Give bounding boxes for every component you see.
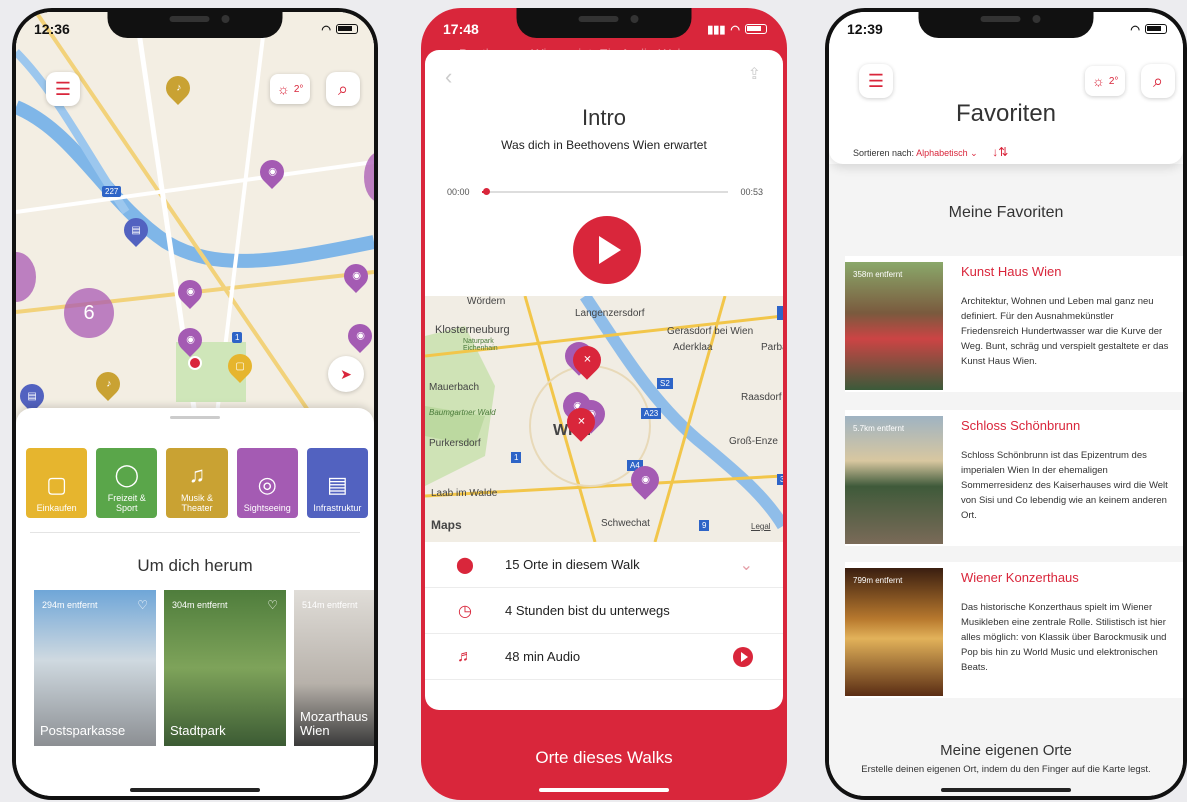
own-places-hint: Erstelle deinen eigenen Ort, indem du de… <box>861 764 1151 775</box>
walk-detail-sheet: ‹ ⇪ Intro Was dich in Beethovens Wien er… <box>425 50 783 710</box>
chevron-down-icon: ⌄ <box>970 148 978 158</box>
weather-widget[interactable]: ☼ 2° <box>270 74 311 104</box>
weather-widget[interactable]: ☼ 2° <box>1085 66 1126 96</box>
page-title: Intro <box>581 105 627 130</box>
info-row-audio: ♬ 48 min Audio <box>425 634 783 680</box>
screen: Beethovens Wien zeigt. Ein Audio-Wal ‹ ⇪… <box>425 12 783 796</box>
info-row-places[interactable]: ⬤ 15 Orte in diesem Walk ⌄ <box>425 542 783 588</box>
category-infrastructure[interactable]: ▤ Infrastruktur <box>306 448 369 518</box>
favorite-item[interactable]: 358m entfernt Kunst Haus Wien Architektu… <box>845 256 1183 392</box>
battery-icon <box>336 24 358 34</box>
status-bar: 12:39 ◠ <box>847 20 1167 38</box>
category-bar: ▢ Einkaufen ◯ Freizeit & Sport ♫ Musik & Th… <box>26 448 369 518</box>
map-cluster[interactable]: 6 <box>64 288 114 338</box>
search-icon: ⌕ <box>337 78 349 99</box>
road-badge: 227 <box>102 186 122 197</box>
category-music[interactable]: ♫ Musik & Theater <box>166 448 228 518</box>
hamburger-icon: ☰ <box>867 70 885 91</box>
headphones-icon: ♬ <box>457 647 473 665</box>
heart-icon[interactable]: ♡ <box>267 598 278 612</box>
page-title: Favoriten <box>955 100 1057 127</box>
divider <box>30 532 360 533</box>
road-badge: 1 <box>232 332 243 343</box>
screen: 6 ♪ ◉ ▤ ◉ ◉ ◉ ◉ ▢ ♪ ▤ 227 1 ☰ ☼ 2° ⌕ ➤ ▢… <box>16 12 374 796</box>
home-indicator <box>539 788 669 792</box>
info-row-duration: ◷ 4 Stunden bist du unterwegs <box>425 588 783 634</box>
location-pin-icon: ⬤ <box>456 556 474 574</box>
play-button[interactable] <box>573 216 641 284</box>
temperature: 2° <box>293 83 304 95</box>
heart-icon[interactable]: ♡ <box>137 598 148 612</box>
phone-walk-screen: Beethovens Wien zeigt. Ein Audio-Wal ‹ ⇪… <box>421 8 787 800</box>
section-title: Um dich herum <box>137 556 253 575</box>
temperature: 2° <box>1108 75 1119 87</box>
category-sport[interactable]: ◯ Freizeit & Sport <box>96 448 158 518</box>
category-shopping[interactable]: ▢ Einkaufen <box>26 448 88 518</box>
menu-button[interactable]: ☰ <box>859 64 893 98</box>
share-icon[interactable]: ⇪ <box>748 64 761 84</box>
status-bar: 12:36 ◠ <box>34 20 358 38</box>
walk-map[interactable]: Wördern Langenzersdorf Klosterneuburg Ge… <box>425 296 783 542</box>
sun-icon: ☼ <box>277 81 290 97</box>
camera-icon: ◎ <box>257 472 277 497</box>
favorite-image: 799m entfernt <box>845 568 943 696</box>
bottom-sheet: ▢ Einkaufen ◯ Freizeit & Sport ♫ Musik & Th… <box>16 408 374 796</box>
search-button[interactable]: ⌕ <box>326 72 360 106</box>
sheet-grabber[interactable] <box>170 416 220 419</box>
nearby-card[interactable]: 294m entfernt ♡ Postsparkasse <box>34 590 156 746</box>
sort-control[interactable]: Sortieren nach: Alphabetisch ⌄ ↓⇅ <box>853 145 1008 159</box>
category-sightseeing[interactable]: ◎ Sightseeing <box>236 448 298 518</box>
page-subtitle: Was dich in Beethovens Wien erwartet <box>501 138 707 152</box>
battery-icon <box>1145 24 1167 34</box>
sun-icon: ☼ <box>1092 73 1105 89</box>
places-of-walk-button[interactable]: Orte dieses Walks <box>425 748 783 768</box>
app-screenshots: 6 ♪ ◉ ▤ ◉ ◉ ◉ ◉ ▢ ♪ ▤ 227 1 ☰ ☼ 2° ⌕ ➤ ▢… <box>0 0 1187 802</box>
progress-track[interactable] <box>481 188 729 195</box>
phone-map-screen: 6 ♪ ◉ ▤ ◉ ◉ ◉ ◉ ▢ ♪ ▤ 227 1 ☰ ☼ 2° ⌕ ➤ ▢… <box>12 8 378 800</box>
own-places-title: Meine eigenen Orte <box>940 742 1072 759</box>
shopping-bag-icon: ▢ <box>46 472 67 497</box>
current-location-dot <box>188 356 202 370</box>
hamburger-icon: ☰ <box>54 78 72 99</box>
wifi-icon: ◠ <box>321 23 331 36</box>
progress-knob[interactable] <box>483 188 491 195</box>
screen: ☰ ☼ 2° ⌕ Favoriten Sortieren nach: Alpha… <box>829 12 1183 796</box>
home-indicator <box>941 788 1071 792</box>
favorites-list: Meine Favoriten 358m entfernt Kunst Haus… <box>829 164 1183 796</box>
map-edge-badge <box>777 306 783 320</box>
search-icon: ⌕ <box>1152 70 1164 91</box>
sort-order-icon[interactable]: ↓⇅ <box>992 145 1008 159</box>
signal-icon: ▮▮▮ <box>707 23 726 36</box>
section-title: Meine Favoriten <box>948 204 1064 221</box>
menu-button[interactable]: ☰ <box>46 72 80 106</box>
back-chevron-icon[interactable]: ‹ <box>445 64 452 90</box>
search-button[interactable]: ⌕ <box>1141 64 1175 98</box>
clock-icon: ◷ <box>458 602 472 620</box>
favorite-image: 5.7km entfernt <box>845 416 943 544</box>
chevron-down-icon[interactable]: ⌄ <box>740 555 753 575</box>
music-sheet-icon: ♫ <box>188 462 206 487</box>
phone-favorites-screen: ☰ ☼ 2° ⌕ Favoriten Sortieren nach: Alpha… <box>825 8 1187 800</box>
audio-progress: 00:00 00:53 <box>447 187 763 197</box>
nearby-card[interactable]: 304m entfernt ♡ Stadtpark <box>164 590 286 746</box>
status-bar: 17:48 ▮▮▮ ◠ <box>443 20 767 38</box>
nearby-cards: 294m entfernt ♡ Postsparkasse 304m entfe… <box>34 590 374 746</box>
building-icon: ▤ <box>327 472 348 497</box>
audio-play-button[interactable] <box>733 646 753 667</box>
locate-me-button[interactable]: ➤ <box>328 356 364 392</box>
favorite-item[interactable]: 799m entfernt Wiener Konzerthaus Das his… <box>845 562 1183 698</box>
favorite-image: 358m entfernt <box>845 262 943 390</box>
battery-icon <box>745 24 767 34</box>
wifi-icon: ◠ <box>730 23 740 36</box>
wifi-icon: ◠ <box>1130 23 1140 36</box>
favorite-item[interactable]: 5.7km entfernt Schloss Schönbrunn Schlos… <box>845 410 1183 546</box>
navigation-arrow-icon: ➤ <box>340 365 352 382</box>
nearby-card[interactable]: 514m entfernt Mozarthaus Wien <box>294 590 374 746</box>
tennis-ball-icon: ◯ <box>114 462 140 487</box>
home-indicator <box>130 788 260 792</box>
